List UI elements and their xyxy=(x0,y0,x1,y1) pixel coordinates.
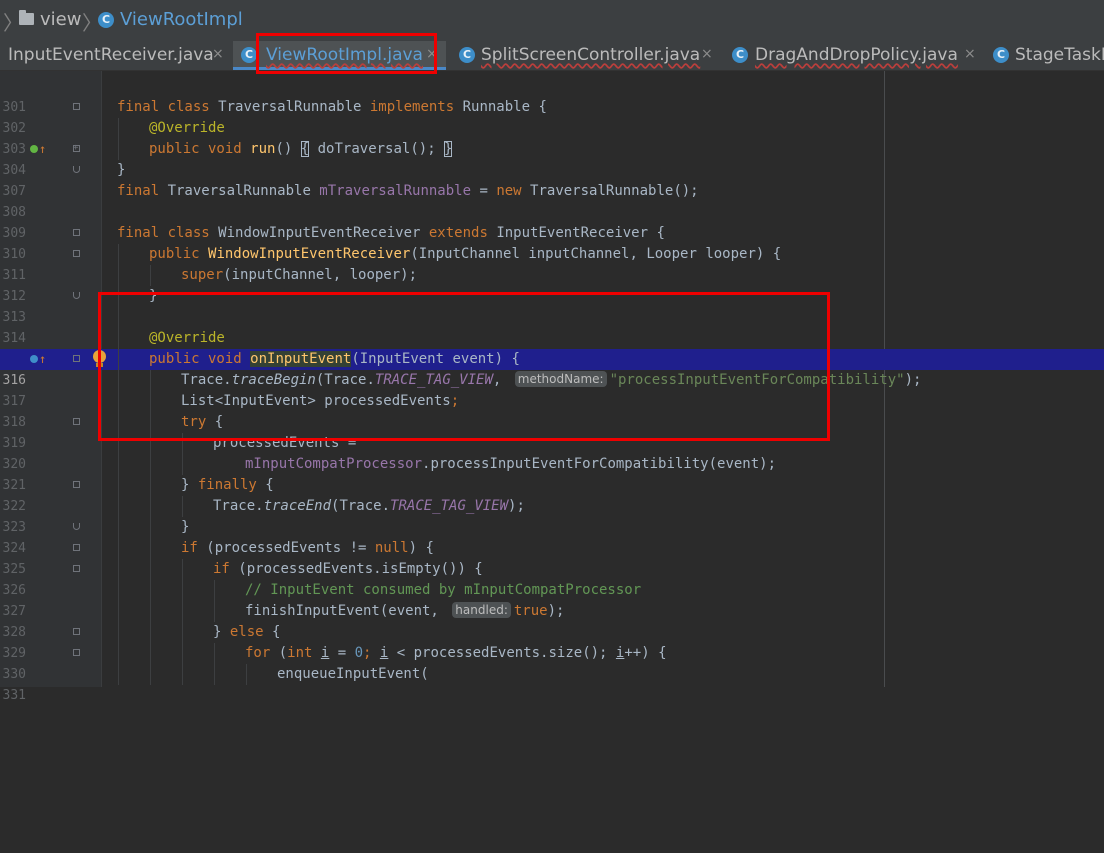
breadcrumb-item-view[interactable]: view xyxy=(40,9,81,30)
fold-toggle-icon[interactable] xyxy=(73,544,80,551)
code-line[interactable]: 324 } xyxy=(0,517,1104,556)
class-icon: C xyxy=(98,12,114,28)
code-text: if (processedEvents != null) { xyxy=(181,540,434,556)
close-icon[interactable]: × xyxy=(212,46,224,62)
fold-toggle-icon[interactable] xyxy=(73,523,80,530)
annotation-highlight-box xyxy=(98,292,830,441)
editor-tab-bar: InputEventReceiver.java × C ViewRootImpl… xyxy=(0,41,1104,71)
code-text: final class TraversalRunnable implements… xyxy=(117,99,547,115)
tab-label: InputEventReceiver.java xyxy=(8,45,214,65)
tab-inputeventreceiver[interactable]: InputEventReceiver.java × xyxy=(0,41,233,70)
code-text: super(inputChannel, looper); xyxy=(181,267,418,283)
line-number: 331 xyxy=(2,688,26,703)
breadcrumb-item-viewrootimpl[interactable]: ViewRootImpl xyxy=(120,9,243,30)
override-arrow-icon: ↑ xyxy=(39,352,47,366)
code-line[interactable]: 328 finishInputEvent(event, handled: true… xyxy=(0,601,1104,640)
code-text: } xyxy=(117,162,126,178)
code-text: final class WindowInputEventReceiver ext… xyxy=(117,225,665,241)
fold-toggle-icon[interactable] xyxy=(73,103,80,110)
code-text: if (processedEvents.isEmpty()) { xyxy=(213,561,483,577)
class-icon: C xyxy=(993,47,1009,63)
tab-splitscreencontroller[interactable]: C SplitScreenController.java × xyxy=(451,41,723,70)
code-text: } xyxy=(181,519,190,535)
code-line[interactable]: 312 super(inputChannel, looper); xyxy=(0,265,1104,304)
code-text: Trace.traceEnd(Trace.TRACE_TAG_VIEW); xyxy=(213,498,525,514)
tab-label: StageTaskL xyxy=(1015,45,1104,65)
code-text: for (int i = 0; i < processedEvents.size… xyxy=(245,645,667,661)
code-text: public void run() { doTraversal(); } xyxy=(149,141,453,157)
code-line[interactable]: 321 mInputCompatProcessor.processInputEv… xyxy=(0,454,1104,493)
code-line[interactable]: 330 for (int i = 0; i < processedEvents.… xyxy=(0,643,1104,682)
close-icon[interactable]: × xyxy=(701,46,713,62)
fold-toggle-icon[interactable] xyxy=(73,565,80,572)
tab-draganddroppolicy[interactable]: C DragAndDropPolicy.java × xyxy=(723,41,986,70)
code-line[interactable]: 301 xyxy=(0,76,1104,115)
code-line[interactable]: 326 if (processedEvents.isEmpty()) { xyxy=(0,559,1104,598)
navigation-breadcrumb: 〉 view 〉 C ViewRootImpl xyxy=(0,0,1104,41)
code-line[interactable]: 309 xyxy=(0,202,1104,241)
code-text: mInputCompatProcessor.processInputEventF… xyxy=(245,456,777,472)
annotation-highlight-box xyxy=(256,33,437,74)
code-line[interactable]: 302 final class TraversalRunnable implem… xyxy=(0,97,1104,136)
code-line[interactable]: 304 ↑ public void run() { doTraversal();… xyxy=(0,138,1104,178)
code-text: final TraversalRunnable mTraversalRunnab… xyxy=(117,183,699,199)
code-text: // InputEvent consumed by mInputCompatPr… xyxy=(245,582,642,598)
code-line[interactable]: 311 public WindowInputEventReceiver(Inpu… xyxy=(0,244,1104,283)
tab-stagetasklistener[interactable]: C StageTaskL xyxy=(986,41,1104,70)
class-icon: C xyxy=(241,47,257,63)
parameter-hint: handled: xyxy=(452,602,511,618)
code-editor[interactable]: 301 302 final class TraversalRunnable im… xyxy=(0,71,1104,703)
fold-expand-icon[interactable] xyxy=(73,138,80,159)
code-text: finishInputEvent(event, handled: true); xyxy=(245,602,565,619)
close-icon[interactable]: × xyxy=(964,46,976,62)
class-icon: C xyxy=(459,47,475,63)
override-arrow-icon: ↑ xyxy=(39,142,47,156)
code-text: @Override xyxy=(149,120,225,136)
code-line[interactable]: 322 } finally { xyxy=(0,475,1104,514)
tab-label: DragAndDropPolicy.java xyxy=(755,45,958,65)
code-line[interactable]: 331 enqueueInputEvent( xyxy=(0,664,1104,703)
tab-label: SplitScreenController.java xyxy=(481,45,701,65)
fold-toggle-icon[interactable] xyxy=(73,355,80,362)
code-line[interactable]: 329 } else { xyxy=(0,622,1104,661)
code-text: enqueueInputEvent( xyxy=(277,666,429,682)
implements-method-icon[interactable] xyxy=(30,145,38,153)
fold-toggle-icon[interactable] xyxy=(73,250,80,257)
fold-toggle-icon[interactable] xyxy=(73,649,80,656)
code-line[interactable]: 325 if (processedEvents != null) { xyxy=(0,538,1104,577)
code-line[interactable]: 323 Trace.traceEnd(Trace.TRACE_TAG_VIEW)… xyxy=(0,496,1104,535)
class-icon: C xyxy=(732,47,748,63)
fold-toggle-icon[interactable] xyxy=(73,628,80,635)
fold-toggle-icon[interactable] xyxy=(73,481,80,488)
code-line[interactable]: 303 @Override xyxy=(0,118,1104,157)
fold-toggle-icon[interactable] xyxy=(73,292,80,299)
code-line[interactable]: 307 } xyxy=(0,160,1104,199)
code-text: } finally { xyxy=(181,477,274,493)
fold-toggle-icon[interactable] xyxy=(73,229,80,236)
implements-method-icon[interactable] xyxy=(30,355,38,363)
code-text: } else { xyxy=(213,624,281,640)
fold-toggle-icon[interactable] xyxy=(73,166,80,173)
code-line[interactable]: 327 // InputEvent consumed by mInputComp… xyxy=(0,580,1104,619)
code-line[interactable]: 308 final TraversalRunnable mTraversalRu… xyxy=(0,181,1104,220)
folder-icon xyxy=(19,10,34,25)
code-text: public WindowInputEventReceiver(InputCha… xyxy=(149,246,782,262)
fold-toggle-icon[interactable] xyxy=(73,418,80,425)
code-line[interactable]: 310 final class WindowInputEventReceiver… xyxy=(0,223,1104,262)
